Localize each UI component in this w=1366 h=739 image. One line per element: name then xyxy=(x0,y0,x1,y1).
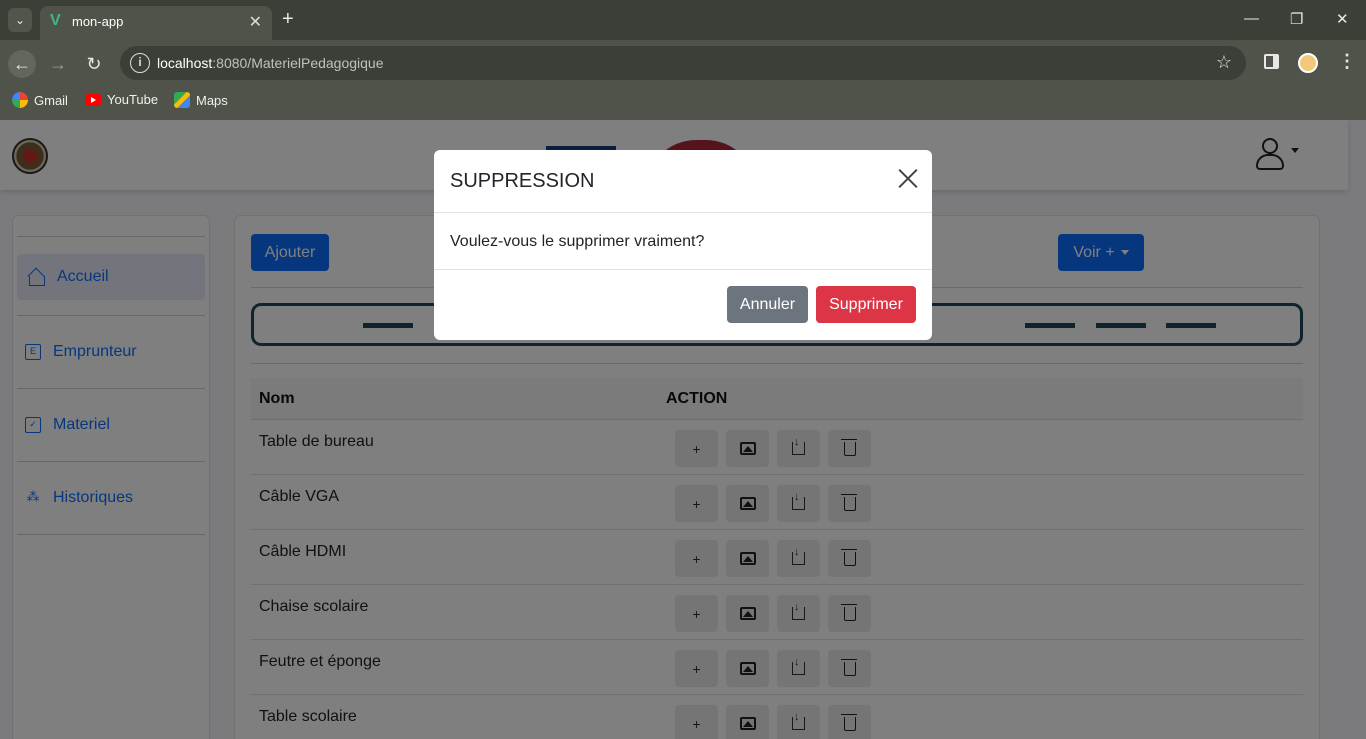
delete-button[interactable]: Supprimer xyxy=(816,286,916,323)
bookmarks-bar: Gmail YouTube Maps xyxy=(0,86,1366,120)
url-host: localhost xyxy=(157,55,213,71)
forward-arrow-icon[interactable]: → xyxy=(44,50,72,78)
modal-header: SUPPRESSION xyxy=(434,150,932,213)
url-text[interactable]: localhost:8080/MaterielPedagogique xyxy=(157,55,384,71)
browser-toolbar: ← → ↻ i localhost:8080/MaterielPedagogiq… xyxy=(0,40,1366,86)
bookmark-label: YouTube xyxy=(107,92,159,107)
tab-close-icon[interactable]: ✕ xyxy=(249,12,262,32)
bookmark-maps[interactable]: Maps xyxy=(174,92,228,108)
bookmark-label: Maps xyxy=(196,92,228,108)
back-arrow-icon[interactable]: ← xyxy=(8,50,36,78)
profile-avatar[interactable] xyxy=(1298,53,1318,73)
bookmark-gmail[interactable]: Gmail xyxy=(12,92,68,108)
bookmark-label: Gmail xyxy=(34,92,68,108)
modal-body: Voulez-vous le supprimer vraiment? xyxy=(434,213,932,270)
close-icon[interactable] xyxy=(898,168,918,188)
tab-search-button[interactable]: ⌄ xyxy=(8,8,32,32)
browser-menu-icon[interactable]: ⋮ xyxy=(1338,51,1356,72)
cancel-button[interactable]: Annuler xyxy=(727,286,808,323)
browser-tab[interactable]: V mon-app ✕ xyxy=(40,6,272,40)
bookmark-star-icon[interactable]: ☆ xyxy=(1216,52,1232,73)
minimize-icon[interactable]: — xyxy=(1244,10,1259,27)
modal-message: Voulez-vous le supprimer vraiment? xyxy=(450,233,705,250)
google-icon xyxy=(12,92,28,108)
window-close-icon[interactable]: ✕ xyxy=(1336,10,1349,28)
tab-title: mon-app xyxy=(72,14,124,29)
browser-tab-strip: ⌄ V mon-app ✕ + — ❐ ✕ xyxy=(0,0,1366,40)
maps-icon xyxy=(174,92,190,108)
address-bar[interactable]: i localhost:8080/MaterielPedagogique ☆ xyxy=(120,46,1246,80)
restore-icon[interactable]: ❐ xyxy=(1290,10,1303,28)
new-tab-icon[interactable]: + xyxy=(282,8,294,30)
modal-title: SUPPRESSION xyxy=(450,170,595,192)
reload-icon[interactable]: ↻ xyxy=(80,50,108,78)
bookmark-youtube[interactable]: YouTube xyxy=(85,92,158,107)
delete-confirm-modal: SUPPRESSION Voulez-vous le supprimer vra… xyxy=(434,150,932,340)
vue-logo-icon: V xyxy=(50,12,61,29)
url-path: :8080/MaterielPedagogique xyxy=(212,55,384,71)
youtube-icon xyxy=(85,93,101,106)
side-panel-icon[interactable] xyxy=(1264,54,1279,69)
site-info-icon[interactable]: i xyxy=(130,53,150,73)
